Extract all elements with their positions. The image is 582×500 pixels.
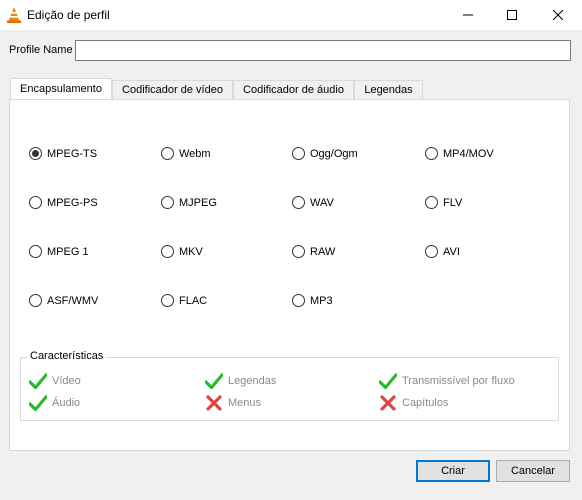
- minimize-icon: [463, 14, 473, 16]
- radio-button[interactable]: [29, 294, 42, 307]
- feature-chapters: Capítulos: [379, 395, 448, 411]
- check-icon: [379, 373, 397, 389]
- radio-label: Ogg/Ogm: [310, 147, 358, 160]
- encapsulation-panel: MPEG-TS Webm Ogg/Ogm MP4/MOV MPEG-PS MJP…: [9, 99, 570, 451]
- tab-video-codec[interactable]: Codificador de vídeo: [112, 80, 233, 99]
- profile-name-input[interactable]: [75, 40, 571, 61]
- radio-label: MPEG 1: [47, 245, 89, 258]
- maximize-icon: [507, 10, 517, 20]
- radio-mjpeg[interactable]: MJPEG: [161, 196, 217, 209]
- radio-mpeg-ts[interactable]: MPEG-TS: [29, 147, 97, 160]
- radio-label: MKV: [179, 245, 203, 258]
- radio-avi[interactable]: AVI: [425, 245, 460, 258]
- radio-button[interactable]: [292, 245, 305, 258]
- radio-mpeg1[interactable]: MPEG 1: [29, 245, 89, 258]
- feature-streamable: Transmissível por fluxo: [379, 373, 515, 389]
- feature-label: Menus: [228, 397, 262, 409]
- close-button[interactable]: [536, 0, 580, 30]
- features-group: Características Vídeo Legendas Transmiss…: [20, 350, 559, 421]
- radio-label: Webm: [179, 147, 211, 160]
- radio-raw[interactable]: RAW: [292, 245, 335, 258]
- radio-flac[interactable]: FLAC: [161, 294, 207, 307]
- feature-subtitles: Legendas: [205, 373, 276, 389]
- radio-button[interactable]: [29, 245, 42, 258]
- radio-webm[interactable]: Webm: [161, 147, 211, 160]
- feature-label: Transmissível por fluxo: [402, 375, 515, 387]
- radio-button[interactable]: [161, 147, 174, 160]
- maximize-button[interactable]: [490, 0, 534, 30]
- radio-mp3[interactable]: MP3: [292, 294, 333, 307]
- vlc-cone-icon: [7, 7, 21, 23]
- radio-button[interactable]: [161, 196, 174, 209]
- radio-label: AVI: [443, 245, 460, 258]
- check-icon: [29, 395, 47, 411]
- radio-button[interactable]: [161, 294, 174, 307]
- feature-label: Vídeo: [52, 375, 81, 387]
- cross-icon: [206, 395, 222, 411]
- radio-label: MJPEG: [179, 196, 217, 209]
- create-button[interactable]: Criar: [416, 460, 490, 482]
- radio-button[interactable]: [29, 147, 42, 160]
- feature-label: Legendas: [228, 375, 277, 387]
- radio-flv[interactable]: FLV: [425, 196, 462, 209]
- radio-ogg[interactable]: Ogg/Ogm: [292, 147, 358, 160]
- radio-label: MPEG-PS: [47, 196, 98, 209]
- radio-label: FLAC: [179, 294, 208, 307]
- cross-icon: [380, 395, 396, 411]
- radio-label: MP4/MOV: [443, 147, 494, 160]
- tab-audio-codec[interactable]: Codificador de áudio: [233, 80, 354, 99]
- radio-mp4[interactable]: MP4/MOV: [425, 147, 494, 160]
- radio-label: ASF/WMV: [47, 294, 99, 307]
- radio-button[interactable]: [29, 196, 42, 209]
- radio-wav[interactable]: WAV: [292, 196, 334, 209]
- feature-audio: Áudio: [29, 395, 80, 411]
- radio-label: FLV: [443, 196, 463, 209]
- radio-mkv[interactable]: MKV: [161, 245, 203, 258]
- feature-label: Capítulos: [402, 397, 449, 409]
- profile-name-label: Profile Name: [9, 44, 73, 56]
- check-icon: [205, 373, 223, 389]
- radio-label: MPEG-TS: [47, 147, 98, 160]
- tab-subtitles[interactable]: Legendas: [354, 80, 423, 99]
- radio-label: WAV: [310, 196, 334, 209]
- radio-button[interactable]: [292, 196, 305, 209]
- title-bar: Edição de perfil: [0, 0, 582, 30]
- tab-encapsulation[interactable]: Encapsulamento: [10, 78, 112, 99]
- radio-label: RAW: [310, 245, 336, 258]
- radio-button[interactable]: [161, 245, 174, 258]
- features-title: Características: [27, 350, 107, 362]
- close-icon: [553, 10, 563, 20]
- radio-button[interactable]: [425, 196, 438, 209]
- cancel-button[interactable]: Cancelar: [496, 460, 570, 482]
- radio-button[interactable]: [292, 294, 305, 307]
- feature-label: Áudio: [52, 397, 81, 409]
- feature-menus: Menus: [205, 395, 261, 411]
- check-icon: [29, 373, 47, 389]
- radio-asf-wmv[interactable]: ASF/WMV: [29, 294, 98, 307]
- feature-video: Vídeo: [29, 373, 81, 389]
- radio-label: MP3: [310, 294, 333, 307]
- radio-mpeg-ps[interactable]: MPEG-PS: [29, 196, 98, 209]
- minimize-button[interactable]: [446, 0, 490, 30]
- window-title: Edição de perfil: [27, 8, 110, 22]
- radio-button[interactable]: [425, 147, 438, 160]
- radio-button[interactable]: [292, 147, 305, 160]
- radio-button[interactable]: [425, 245, 438, 258]
